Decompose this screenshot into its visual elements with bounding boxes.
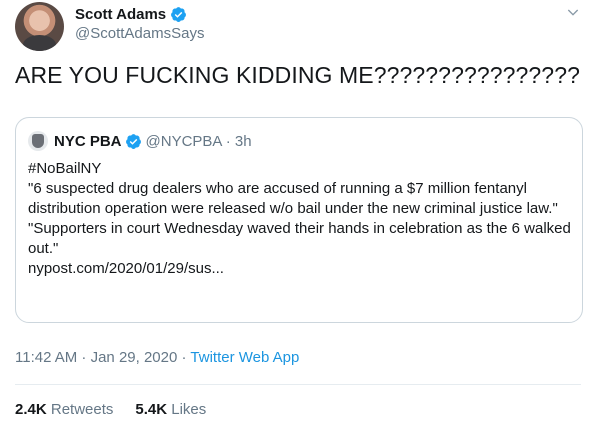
quoted-author-name: NYC PBA (54, 132, 122, 150)
verified-badge-icon (171, 7, 187, 22)
quoted-paragraph: "Supporters in court Wednesday waved the… (28, 220, 571, 257)
meta-separator: · (177, 349, 191, 366)
tweet-timestamp[interactable]: 11:42 AM · Jan 29, 2020 (15, 349, 177, 366)
quoted-tweet[interactable]: NYC PBA @NYCPBA · 3h #NoBailNY "6 suspec… (15, 117, 583, 323)
author-handle[interactable]: @ScottAdamsSays (75, 25, 204, 42)
author-name-row[interactable]: Scott Adams (75, 6, 187, 23)
quoted-paragraph: "6 suspected drug dealers who are accuse… (28, 180, 558, 217)
author-avatar[interactable] (15, 2, 64, 51)
quoted-link[interactable]: nypost.com/2020/01/29/sus... (28, 259, 576, 279)
likes-count: 5.4K (135, 401, 168, 418)
quoted-hashtag[interactable]: #NoBailNY (28, 159, 576, 179)
quoted-tweet-body: #NoBailNY "6 suspected drug dealers who … (28, 159, 576, 279)
author-name[interactable]: Scott Adams (75, 6, 166, 23)
retweets-count: 2.4K (15, 401, 47, 418)
divider (15, 384, 581, 385)
tweet-text: ARE YOU FUCKING KIDDING ME??????????????… (15, 62, 580, 88)
retweets-stat[interactable]: 2.4K Retweets (15, 401, 113, 418)
quoted-tweet-header: NYC PBA @NYCPBA · 3h (28, 131, 252, 151)
quoted-author-handle-time: @NYCPBA · 3h (145, 132, 252, 150)
tweet-stats: 2.4K Retweets 5.4K Likes (15, 401, 206, 418)
tweet-source-link[interactable]: Twitter Web App (190, 349, 299, 366)
quoted-author-avatar (28, 131, 48, 151)
tweet-meta: 11:42 AM · Jan 29, 2020 · Twitter Web Ap… (15, 349, 299, 366)
likes-stat[interactable]: 5.4K Likes (135, 401, 206, 418)
retweets-label: Retweets (50, 401, 114, 418)
likes-label: Likes (171, 401, 207, 418)
verified-badge-icon (125, 133, 141, 149)
chevron-down-icon[interactable] (565, 4, 581, 20)
